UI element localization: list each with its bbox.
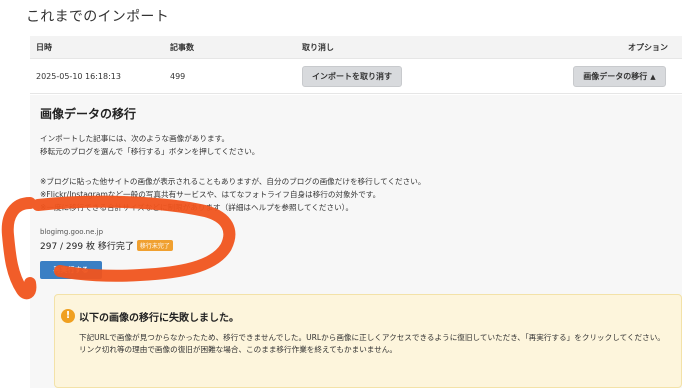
table-row: 2025-05-10 16:18:13 499 インポートを取り消す 画像データ… (30, 58, 682, 94)
cancel-import-button[interactable]: インポートを取り消す (302, 66, 402, 87)
row-count: 499 (170, 72, 186, 81)
migration-failure-alert: ! 以下の画像の移行に失敗しました。 下記URLで画像が見つからなかったため、移… (54, 294, 682, 388)
cancel-import-label: インポートを取り消す (312, 72, 392, 81)
chevron-up-icon: ▲ (650, 73, 656, 81)
notes-text: ※ブログに貼った他サイトの画像が表示されることもありますが、自分のブログの画像だ… (40, 175, 425, 214)
rerun-button[interactable]: 再実行する (40, 261, 102, 279)
progress-text: 297 / 299 枚 移行完了 (40, 242, 134, 252)
note-line: ※一度に移行できる合計サイズなどに制限があります（詳細はヘルプを参照してください… (40, 203, 354, 212)
alert-title: 以下の画像の移行に失敗しました。 (79, 313, 239, 324)
status-badge: 移行未完了 (136, 240, 173, 251)
intro-text: インポートした記事には、次のような画像があります。 移転元のブログを選んで「移行… (40, 132, 259, 158)
alert-body: 下記URLで画像が見つからなかったため、移行できませんでした。URLから画像に正… (79, 332, 677, 356)
page-title: これまでのインポート (26, 9, 169, 25)
header-cancel: 取り消し (302, 43, 334, 52)
panel-title: 画像データの移行 (40, 107, 137, 121)
alert-line: 下記URLで画像が見つからなかったため、移行できませんでした。URLから画像に正… (79, 333, 665, 342)
intro-line: 移転元のブログを選んで「移行する」ボタンを押してください。 (40, 147, 260, 156)
note-line: ※ブログに貼った他サイトの画像が表示されることもありますが、自分のブログの画像だ… (40, 177, 426, 186)
header-date: 日時 (36, 43, 52, 52)
migrate-toggle-label: 画像データの移行 (583, 72, 648, 81)
row-date: 2025-05-10 16:18:13 (36, 72, 121, 81)
image-migration-toggle-button[interactable]: 画像データの移行 ▲ (573, 66, 666, 87)
migration-progress: 297 / 299 枚 移行完了 移行未完了 (40, 239, 173, 252)
import-table-header: 日時 記事数 取り消し オプション (30, 36, 682, 58)
header-count: 記事数 (170, 43, 194, 52)
header-option: オプション (628, 43, 668, 52)
warning-icon: ! (61, 309, 75, 323)
source-blog-name: blogimg.goo.ne.jp (40, 228, 104, 236)
intro-line: インポートした記事には、次のような画像があります。 (40, 134, 230, 143)
note-line: ※Flickr/Instagramなど一般の写真共有サービスや、はてなフォトライ… (40, 190, 381, 199)
alert-line: リンク切れ等の理由で画像の復旧が困難な場合、このまま移行作業を終えてもかまいませ… (79, 345, 397, 354)
